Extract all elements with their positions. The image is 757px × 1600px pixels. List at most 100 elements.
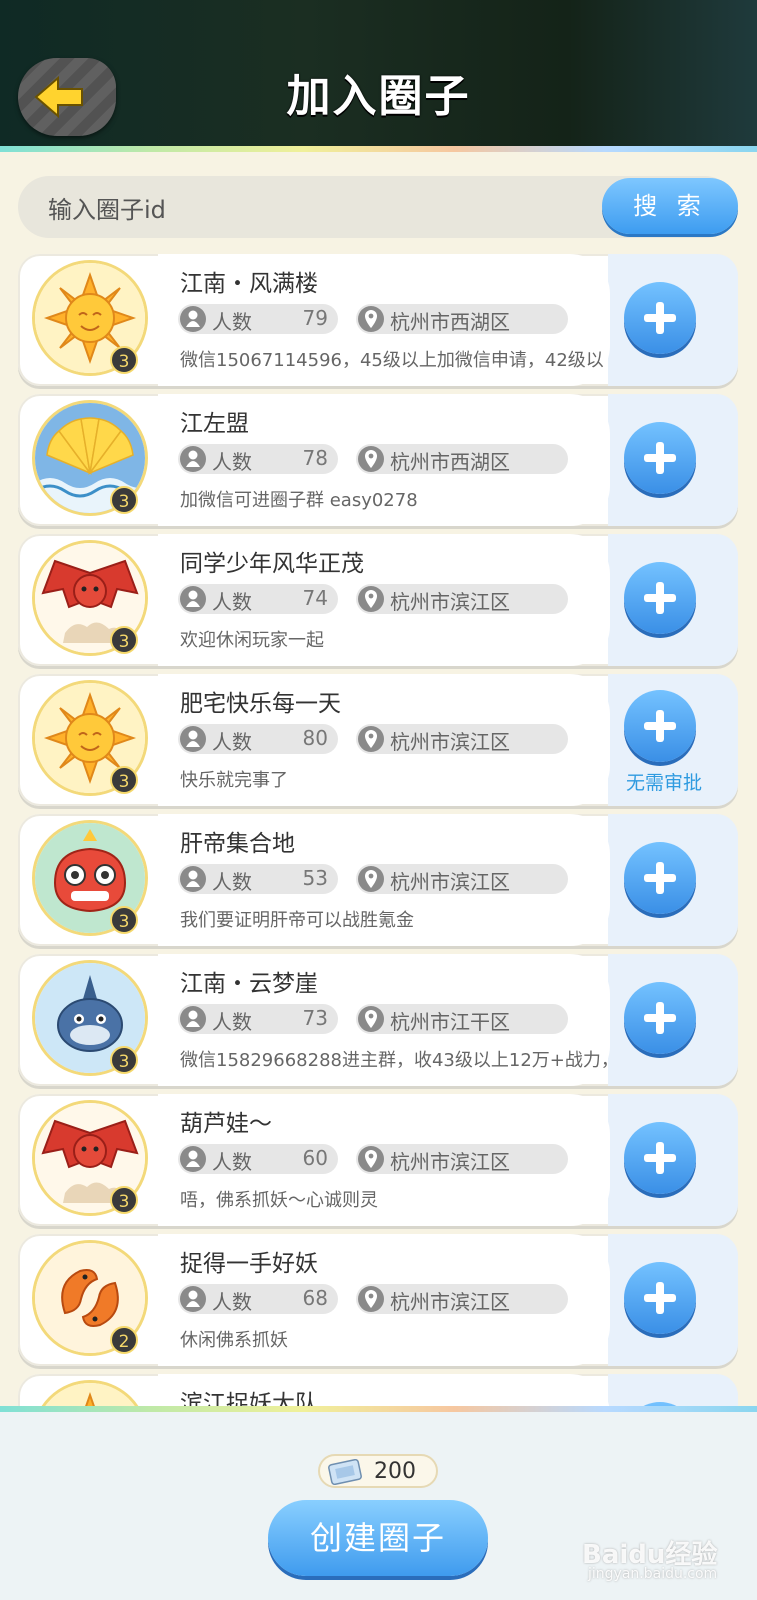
plus-icon <box>644 302 676 334</box>
coin-amount: 200 <box>374 1459 416 1484</box>
join-circle-button[interactable] <box>624 562 696 634</box>
circle-level-badge: 3 <box>110 626 138 654</box>
member-count-pill: 人数 78 <box>178 444 338 474</box>
members-count: 74 <box>302 586 328 610</box>
members-count: 80 <box>302 726 328 750</box>
circle-card[interactable]: 3 江南・云梦崖 人数 73 杭州市江干区 微信15829668288进主群，收… <box>18 954 738 1086</box>
plus-icon <box>644 1282 676 1314</box>
join-circle-button[interactable] <box>624 282 696 354</box>
location-pin-icon <box>358 306 384 332</box>
members-label: 人数 <box>212 1010 252 1034</box>
members-label: 人数 <box>212 1290 252 1314</box>
members-label: 人数 <box>212 1150 252 1174</box>
page-title: 加入圈子 <box>286 71 471 122</box>
circle-level-badge: 3 <box>110 346 138 374</box>
location-pill: 杭州市滨江区 <box>356 1144 568 1174</box>
circle-card[interactable]: 3 江南・风满楼 人数 79 杭州市西湖区 微信15067114596，45级以… <box>18 254 738 386</box>
location-pin-icon <box>358 446 384 472</box>
person-icon <box>180 1146 206 1172</box>
circle-card[interactable]: 3 江左盟 人数 78 杭州市西湖区 加微信可进圈子群 easy0278 <box>18 394 738 526</box>
plus-icon <box>644 582 676 614</box>
create-circle-button[interactable]: 创建圈子 <box>268 1500 488 1576</box>
circle-card[interactable]: 3 葫芦娃～ 人数 60 杭州市滨江区 唔，佛系抓妖～心诚则灵 <box>18 1094 738 1226</box>
circle-description: 休闲佛系抓妖 <box>180 1330 288 1351</box>
circle-description: 微信15829668288进主群，收43级以上12万+战力， <box>180 1050 610 1071</box>
ticket-icon <box>328 1459 362 1485</box>
circle-name: 江左盟 <box>180 411 249 437</box>
person-icon <box>180 1006 206 1032</box>
join-circle-button[interactable] <box>624 1122 696 1194</box>
member-count-pill: 人数 53 <box>178 864 338 894</box>
person-icon <box>180 866 206 892</box>
location-pill: 杭州市西湖区 <box>356 444 568 474</box>
join-circle-button[interactable] <box>624 1262 696 1334</box>
circle-description: 欢迎休闲玩家一起 <box>180 630 324 651</box>
person-icon <box>180 726 206 752</box>
location-text: 杭州市滨江区 <box>390 1150 510 1174</box>
members-count: 78 <box>302 446 328 470</box>
person-icon <box>180 306 206 332</box>
circle-name: 江南・风满楼 <box>180 271 318 297</box>
location-pin-icon <box>358 866 384 892</box>
circle-description: 我们要证明肝帝可以战胜氪金 <box>180 910 414 931</box>
members-count: 73 <box>302 1006 328 1030</box>
circle-card[interactable]: 3 肥宅快乐每一天 人数 80 杭州市滨江区 快乐就完事了 无需审批 <box>18 674 738 806</box>
plus-icon <box>644 442 676 474</box>
plus-icon <box>644 710 676 742</box>
join-circle-button[interactable] <box>624 842 696 914</box>
plus-icon <box>644 1142 676 1174</box>
member-count-pill: 人数 60 <box>178 1144 338 1174</box>
circle-name: 捉得一手好妖 <box>180 1251 318 1277</box>
person-icon <box>180 586 206 612</box>
circle-description: 唔，佛系抓妖～心诚则灵 <box>180 1190 378 1211</box>
members-label: 人数 <box>212 310 252 334</box>
circle-card[interactable]: 3 同学少年风华正茂 人数 74 杭州市滨江区 欢迎休闲玩家一起 <box>18 534 738 666</box>
person-icon <box>180 1286 206 1312</box>
location-text: 杭州市滨江区 <box>390 590 510 614</box>
location-pin-icon <box>358 1146 384 1172</box>
no-review-label: 无需审批 <box>625 772 702 794</box>
circle-level-badge: 2 <box>110 1326 138 1354</box>
plus-icon <box>644 862 676 894</box>
member-count-pill: 人数 68 <box>178 1284 338 1314</box>
location-text: 杭州市西湖区 <box>390 450 510 474</box>
search-button[interactable]: 搜 索 <box>602 178 738 234</box>
location-pill: 杭州市滨江区 <box>356 584 568 614</box>
join-circle-button[interactable] <box>624 982 696 1054</box>
location-pin-icon <box>358 1006 384 1032</box>
search-bar: 输入圈子id 搜 索 <box>18 176 738 238</box>
location-pin-icon <box>358 726 384 752</box>
coin-balance: 200 <box>318 1454 438 1488</box>
circle-card[interactable]: 3 肝帝集合地 人数 53 杭州市滨江区 我们要证明肝帝可以战胜氪金 <box>18 814 738 946</box>
members-count: 79 <box>302 306 328 330</box>
location-text: 杭州市滨江区 <box>390 730 510 754</box>
members-count: 68 <box>302 1286 328 1310</box>
location-pill: 杭州市滨江区 <box>356 1284 568 1314</box>
circle-level-badge: 3 <box>110 1046 138 1074</box>
search-input[interactable]: 输入圈子id <box>48 190 166 225</box>
circle-description: 微信15067114596，45级以上加微信申请，42级以 <box>180 350 604 371</box>
location-text: 杭州市滨江区 <box>390 870 510 894</box>
member-count-pill: 人数 73 <box>178 1004 338 1034</box>
join-circle-button[interactable] <box>624 422 696 494</box>
circle-name: 肝帝集合地 <box>180 831 295 857</box>
circle-level-badge: 3 <box>110 1186 138 1214</box>
member-count-pill: 人数 74 <box>178 584 338 614</box>
member-count-pill: 人数 80 <box>178 724 338 754</box>
location-pill: 杭州市滨江区 <box>356 724 568 754</box>
circle-level-badge: 3 <box>110 486 138 514</box>
location-pill: 杭州市西湖区 <box>356 304 568 334</box>
members-label: 人数 <box>212 590 252 614</box>
join-circle-button[interactable] <box>624 690 696 762</box>
location-pill: 杭州市滨江区 <box>356 864 568 894</box>
members-count: 53 <box>302 866 328 890</box>
circle-level-badge: 3 <box>110 766 138 794</box>
location-text: 杭州市江干区 <box>390 1010 510 1034</box>
circle-card[interactable]: 2 捉得一手好妖 人数 68 杭州市滨江区 休闲佛系抓妖 <box>18 1234 738 1366</box>
circle-description: 快乐就完事了 <box>180 770 288 791</box>
watermark-url: jingyan.baidu.com <box>588 1566 718 1582</box>
circle-name: 葫芦娃～ <box>180 1111 272 1137</box>
members-label: 人数 <box>212 870 252 894</box>
person-icon <box>180 446 206 472</box>
circle-description: 加微信可进圈子群 easy0278 <box>180 490 418 511</box>
